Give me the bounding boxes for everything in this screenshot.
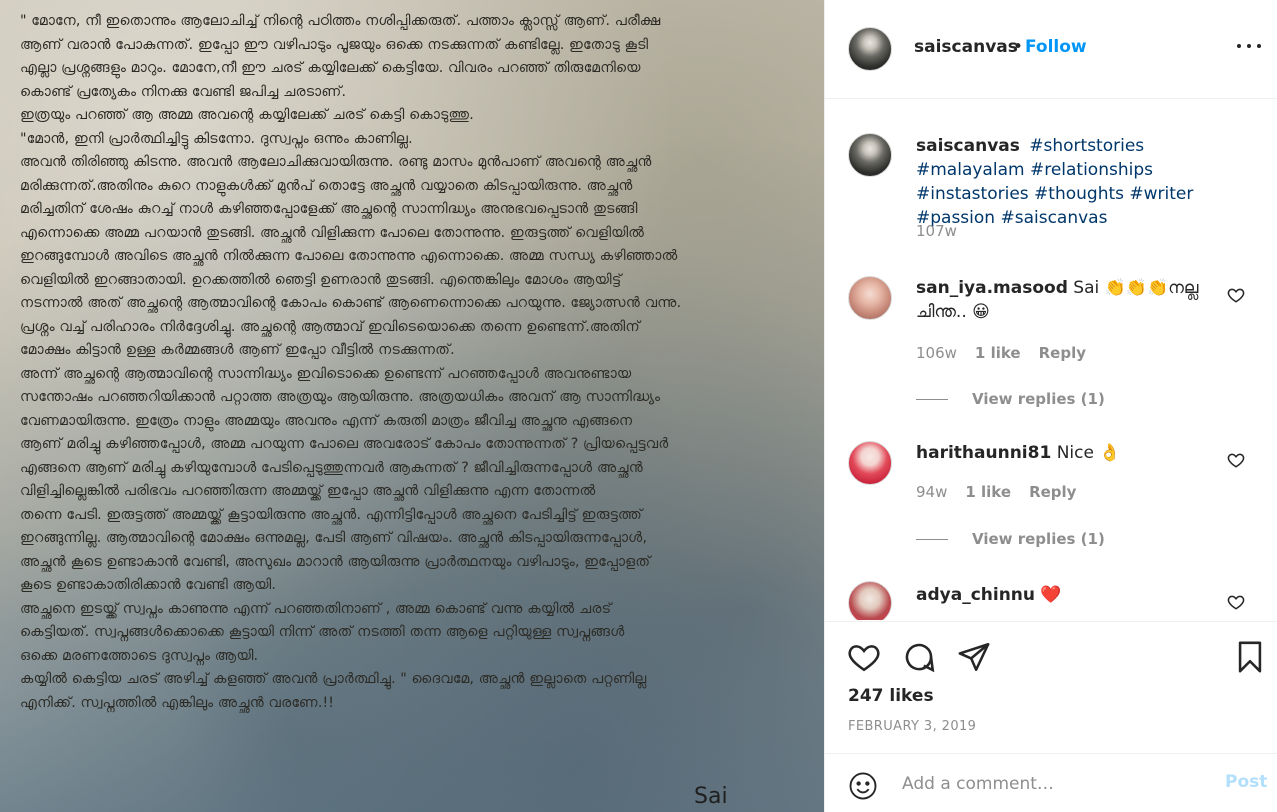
- poem-line: അന്ന് അച്ഛന്റെ ആത്മാവിന്റെ സാന്നിദ്ധ്യം …: [20, 365, 632, 382]
- comment-meta: 94w 1 like Reply: [916, 483, 1076, 501]
- replies-line: [916, 538, 948, 540]
- view-replies-label: View replies (1): [972, 530, 1105, 548]
- poem-line: കൂടെ ഉണ്ടാകാതിരിക്കാൻ വേണ്ടി ആയി.: [20, 577, 276, 593]
- add-comment-bar: Post: [825, 753, 1277, 812]
- hashtag[interactable]: #malayalam: [916, 160, 1025, 180]
- poem-line: മരിച്ചതിന് ശേഷം കുറച്ച് നാൾ കഴിഞ്ഞപ്പോളേ…: [20, 201, 638, 217]
- comment-like-icon[interactable]: [1227, 593, 1245, 611]
- comment-likes[interactable]: 1 like: [975, 344, 1021, 362]
- avatar[interactable]: [848, 276, 892, 320]
- comment-timestamp[interactable]: 94w: [916, 483, 947, 501]
- avatar[interactable]: [848, 581, 892, 620]
- emoji-icon[interactable]: [848, 771, 878, 801]
- poem-line: ഇറങ്ങുന്നില്ല. ആത്മാവിന്റെ മോക്ഷം ഒന്നുമ…: [20, 530, 648, 546]
- comment-content: ❤️: [1040, 585, 1062, 605]
- comment-timestamp[interactable]: 106w: [916, 344, 957, 362]
- comment-meta: 106w 1 like Reply: [916, 344, 1086, 362]
- hashtag[interactable]: #instastories: [916, 184, 1029, 204]
- heart-icon[interactable]: [847, 640, 881, 674]
- poem-line: വേണമായിരുന്നു. ഇത്രേം നാളും അമ്മയും അവനു…: [20, 412, 633, 429]
- caption-text: saiscanvas #shortstories #malayalam #rel…: [916, 134, 1256, 230]
- comment-content: Nice 👌: [1056, 443, 1121, 463]
- post-header: saiscanvas • Follow: [825, 0, 1277, 99]
- signature: Sai: [694, 784, 728, 809]
- avatar[interactable]: [848, 27, 892, 71]
- poem-line: വെളിയിൽ ഇറങ്ങാതായി. ഉറക്കത്തിൽ ഞെട്ടി ഉണ…: [20, 271, 622, 288]
- comment-username[interactable]: adya_chinnu: [916, 585, 1035, 605]
- poem-line: " മോനേ, നീ ഇതൊന്നും ആലോചിച്ച് നിന്റെ പഠി…: [20, 13, 661, 29]
- bookmark-icon[interactable]: [1233, 640, 1267, 674]
- poem-line: തന്നെ പേടി. ഇരുട്ടത്ത് അമ്മയ്ക്ക് കൂട്ടാ…: [20, 506, 643, 523]
- hashtag[interactable]: #shortstories: [1029, 136, 1144, 156]
- comment-input[interactable]: [902, 772, 1202, 796]
- hashtag[interactable]: #thoughts: [1034, 184, 1124, 204]
- follow-button[interactable]: Follow: [1025, 37, 1087, 57]
- poem-line: ഒക്കെ മരണത്തോടെ ദുസ്വപ്നം ആയി.: [20, 647, 259, 664]
- poem-line: പ്രശ്നം വച്ച് പരിഹാരം നിർദ്ദേശിച്ചു. അച്…: [20, 318, 640, 335]
- post-actions: 247 likes FEBRUARY 3, 2019: [825, 621, 1277, 751]
- poem-line: ആണ് മരിച്ചു കഴിഞ്ഞപ്പോൾ, അമ്മ പറയുന്ന പോ…: [20, 436, 669, 452]
- poem-line: എനിക്ക്. സ്വപ്നത്തിൽ എങ്കിലും അച്ഛൻ വരണേ…: [20, 694, 335, 711]
- poem-line: മോക്ഷം കിട്ടാൻ ഉള്ള കർമ്മങ്ങൾ ആണ് ഇപ്പോ …: [20, 342, 455, 358]
- comment-text: san_iya.masood Sai 👏👏👏നല്ല ചിന്ത.. 😀: [916, 276, 1216, 324]
- poem-line: "മോൻ, ഇനി പ്രാർത്ഥിച്ചിട്ടു കിടന്നോ. ദുസ…: [20, 130, 413, 147]
- header-username[interactable]: saiscanvas: [914, 37, 1018, 57]
- poem-line: കെട്ടിയത്. സ്വപ്നങ്ങൾക്കൊക്കെ കൂട്ടായി ന…: [20, 624, 625, 640]
- replies-line: [916, 398, 948, 400]
- poem-line: എങ്ങനെ ആണ് മരിച്ചു കഴിയുമ്പോൾ പേടിപ്പെടു…: [20, 459, 643, 476]
- view-replies-label: View replies (1): [972, 390, 1105, 408]
- comment-username[interactable]: san_iya.masood: [916, 278, 1068, 298]
- hashtag[interactable]: #saiscanvas: [1000, 208, 1107, 228]
- comments-section[interactable]: saiscanvas #shortstories #malayalam #rel…: [825, 100, 1277, 620]
- comment-text: harithaunni81 Nice 👌: [916, 441, 1216, 465]
- poem-line: ഇത്രയും പറഞ്ഞ് ആ അമ്മ അവന്റെ കയ്യിലേക്ക്…: [20, 107, 474, 123]
- poem-line: മരിക്കുന്നത്.അതിനും കുറെ നാളുകൾക്ക് മുൻപ…: [20, 177, 633, 194]
- caption-username[interactable]: saiscanvas: [916, 136, 1020, 156]
- comment-like-icon[interactable]: [1227, 286, 1245, 304]
- post-button[interactable]: Post: [1225, 772, 1267, 792]
- poem-line: നടന്നാൽ അത് അച്ഛന്റെ ആത്മാവിന്റെ കോപം കൊ…: [20, 295, 682, 311]
- avatar[interactable]: [848, 441, 892, 485]
- view-replies-button[interactable]: View replies (1): [916, 390, 1105, 408]
- poem-text: " മോനേ, നീ ഇതൊന്നും ആലോചിച്ച് നിന്റെ പഠി…: [20, 10, 810, 715]
- poem-line: എല്ലാ പ്രശ്നങ്ങളും മാറും. മോനേ,നീ ഈ ചരട്…: [20, 60, 641, 76]
- caption-timestamp[interactable]: 107w: [916, 222, 957, 240]
- hashtag[interactable]: #writer: [1129, 184, 1193, 204]
- comment-likes[interactable]: 1 like: [965, 483, 1011, 501]
- reply-button[interactable]: Reply: [1039, 344, 1086, 362]
- comment-icon[interactable]: [902, 640, 936, 674]
- separator-dot: •: [1013, 37, 1024, 57]
- avatar[interactable]: [848, 133, 892, 177]
- likes-count[interactable]: 247 likes: [848, 686, 934, 706]
- poem-line: അച്ഛനെ ഇടയ്ക്ക് സ്വപ്നം കാണുന്നു എന്ന് പ…: [20, 600, 612, 617]
- reply-button[interactable]: Reply: [1029, 483, 1076, 501]
- poem-line: അച്ഛൻ കൂടെ ഉണ്ടാകാൻ വേണ്ടി, അസുഖം മാറാൻ …: [20, 553, 651, 570]
- post-image[interactable]: " മോനേ, നീ ഇതൊന്നും ആലോചിച്ച് നിന്റെ പഠി…: [0, 0, 824, 812]
- comment-text: adya_chinnu ❤️: [916, 583, 1216, 607]
- poem-line: എന്നൊക്കെ അമ്മ പറയാൻ തുടങ്ങി. അച്ഛൻ വിളി…: [20, 224, 645, 241]
- poem-line: ആണ് വരാൻ പോകുന്നത്. ഇപ്പോ ഈ വഴിപാടും പൂജ…: [20, 36, 649, 53]
- post-sidebar: saiscanvas • Follow saiscanvas #shortsto…: [825, 0, 1277, 812]
- poem-line: ഇറങ്ങുമ്പോൾ അവിടെ അച്ഛൻ നിൽക്കുന്ന പോലെ …: [20, 248, 678, 264]
- view-replies-button[interactable]: View replies (1): [916, 530, 1105, 548]
- poem-line: വിളിച്ചില്ലെങ്കിൽ പരിഭവം പറഞ്ഞിരുന്ന അമ്…: [20, 483, 596, 499]
- share-icon[interactable]: [957, 640, 991, 674]
- poem-line: കയ്യിൽ കെട്ടിയ ചരട് അഴിച്ച് കളഞ്ഞ് അവൻ പ…: [20, 671, 647, 687]
- comment-like-icon[interactable]: [1227, 451, 1245, 469]
- poem-line: സന്തോഷം പറഞ്ഞറിയിക്കാൻ പറ്റാത്ത അത്രയും …: [20, 389, 661, 405]
- comment-username[interactable]: harithaunni81: [916, 443, 1051, 463]
- more-options-icon[interactable]: [1237, 36, 1261, 56]
- post-date[interactable]: FEBRUARY 3, 2019: [848, 719, 976, 734]
- poem-line: കൊണ്ട് പ്രത്യേകം നിനക്കു വേണ്ടി ജപിച്ച ച…: [20, 83, 347, 100]
- poem-line: അവൻ തിരിഞ്ഞു കിടന്നു. അവൻ ആലോചിക്കുവായിര…: [20, 154, 652, 170]
- hashtag[interactable]: #relationships: [1030, 160, 1153, 180]
